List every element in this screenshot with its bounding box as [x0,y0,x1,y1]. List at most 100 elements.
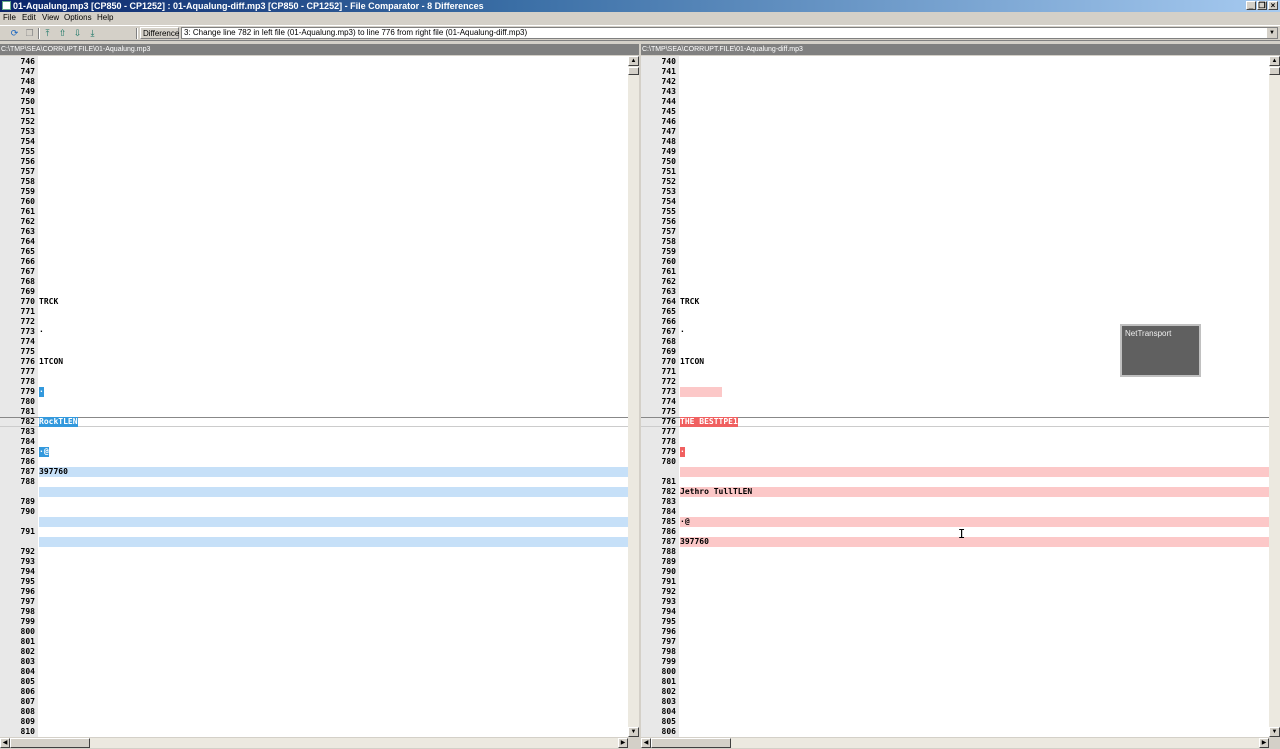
code-line[interactable]: 759 [641,247,1269,257]
code-line[interactable]: 762 [641,277,1269,287]
code-line[interactable]: 765 [0,247,628,257]
code-line[interactable]: 781 [0,407,628,417]
code-line[interactable]: 748 [0,77,628,87]
code-line[interactable]: 752 [641,177,1269,187]
code-line[interactable]: 794 [641,607,1269,617]
code-line[interactable]: 755 [641,207,1269,217]
code-line[interactable]: 749 [0,87,628,97]
code-line[interactable]: 775 [641,407,1269,417]
code-line[interactable]: 759 [0,187,628,197]
scroll-left-icon[interactable]: ◀ [0,738,10,748]
code-line[interactable]: 781 [641,477,1269,487]
left-text-pane[interactable]: 746 747 748 749 750 751 752 753 754 755 756 757 758 7… [0,56,628,737]
scroll-thumb[interactable] [10,738,90,748]
code-line[interactable]: 765 [641,307,1269,317]
code-line[interactable]: 783 [641,497,1269,507]
code-line[interactable]: 810 [0,727,628,737]
code-line[interactable]: 774 [641,397,1269,407]
code-line[interactable]: 747 [641,127,1269,137]
code-line[interactable]: 771 [0,307,628,317]
code-line[interactable]: 753 [0,127,628,137]
left-vertical-scrollbar[interactable]: ▲ ▼ [628,56,639,737]
code-line[interactable]: 751 [0,107,628,117]
minimize-button[interactable]: _ [1246,1,1256,10]
copy-icon[interactable]: ❐ [23,27,36,39]
code-line[interactable]: 782 Jethro TullTLEN [641,487,1269,497]
code-line[interactable]: 773 · [0,327,628,337]
code-line[interactable]: 800 [0,627,628,637]
code-line[interactable]: 793 [0,557,628,567]
left-horizontal-scrollbar[interactable]: ◀ ▶ [0,738,628,748]
code-line[interactable]: 770 TRCK [0,297,628,307]
scroll-down-icon[interactable]: ▼ [628,727,639,737]
code-line[interactable]: 805 [641,717,1269,727]
code-line[interactable]: 761 [641,267,1269,277]
scroll-up-icon[interactable]: ▲ [1269,56,1280,66]
code-line[interactable]: 795 [641,617,1269,627]
code-line[interactable]: 800 [641,667,1269,677]
code-line[interactable]: 754 [0,137,628,147]
menu-file[interactable]: File [3,12,16,24]
code-line[interactable]: 791 [641,577,1269,587]
restore-button[interactable]: ❐ [1257,1,1267,10]
code-line[interactable]: 772 [0,317,628,327]
code-line[interactable]: 774 [0,337,628,347]
code-line[interactable]: 757 [641,227,1269,237]
menu-options[interactable]: Options [64,12,92,24]
code-line[interactable]: 801 [0,637,628,647]
prev-diff-icon[interactable]: ⇧ [56,27,69,39]
code-line[interactable]: 748 [641,137,1269,147]
code-line[interactable]: 785 ·@ [641,517,1269,527]
code-line[interactable]: 741 [641,67,1269,77]
code-line[interactable]: 798 [641,647,1269,657]
code-line[interactable]: 788 [0,477,628,487]
code-line[interactable]: 785 ·@ [0,447,628,457]
code-line[interactable]: 776 THE BESTTPE1 [641,417,1269,427]
code-line[interactable]: 799 [0,617,628,627]
code-line[interactable]: 744 [641,97,1269,107]
code-line[interactable]: 809 [0,717,628,727]
scroll-thumb[interactable] [1269,67,1280,75]
code-line[interactable]: 763 [641,287,1269,297]
code-line[interactable]: 760 [641,257,1269,267]
code-line[interactable]: 757 [0,167,628,177]
first-diff-icon[interactable]: ⤒ [41,27,54,39]
code-line[interactable]: 749 [641,147,1269,157]
code-line[interactable]: 740 [641,57,1269,67]
right-vertical-scrollbar[interactable]: ▲ ▼ [1269,56,1280,737]
code-line[interactable]: 746 [0,57,628,67]
scroll-down-icon[interactable]: ▼ [1269,727,1280,737]
code-line[interactable]: 791 [0,527,628,537]
code-line[interactable]: 777 [0,367,628,377]
code-line[interactable]: 806 [0,687,628,697]
code-line[interactable]: 755 [0,147,628,157]
code-line[interactable]: 794 [0,567,628,577]
code-line[interactable]: 786 [0,457,628,467]
code-line[interactable] [0,487,628,497]
code-line[interactable]: 783 [0,427,628,437]
code-line[interactable]: 796 [0,587,628,597]
code-line[interactable]: 808 [0,707,628,717]
code-line[interactable]: 780 [0,397,628,407]
code-line[interactable]: 795 [0,577,628,587]
code-line[interactable]: 758 [641,237,1269,247]
code-line[interactable]: 742 [641,77,1269,87]
code-line[interactable]: 764 [0,237,628,247]
nettransport-widget[interactable]: NetTransport [1120,324,1201,377]
code-line[interactable]: 796 [641,627,1269,637]
code-line[interactable]: 806 [641,727,1269,737]
code-line[interactable]: 804 [641,707,1269,717]
code-line[interactable]: 792 [0,547,628,557]
code-line[interactable]: 784 [641,507,1269,517]
menu-help[interactable]: Help [97,12,113,24]
code-line[interactable]: 799 [641,657,1269,667]
code-line[interactable]: 790 [0,507,628,517]
code-line[interactable]: 807 [0,697,628,707]
code-line[interactable]: 797 [641,637,1269,647]
code-line[interactable]: 747 [0,67,628,77]
right-text-pane[interactable]: 740 741 742 743 744 745 746 747 748 749 750 751 752 7… [641,56,1269,737]
code-line[interactable]: 767 [0,267,628,277]
code-line[interactable]: 758 [0,177,628,187]
scroll-up-icon[interactable]: ▲ [628,56,639,66]
code-line[interactable]: 773 [641,387,1269,397]
